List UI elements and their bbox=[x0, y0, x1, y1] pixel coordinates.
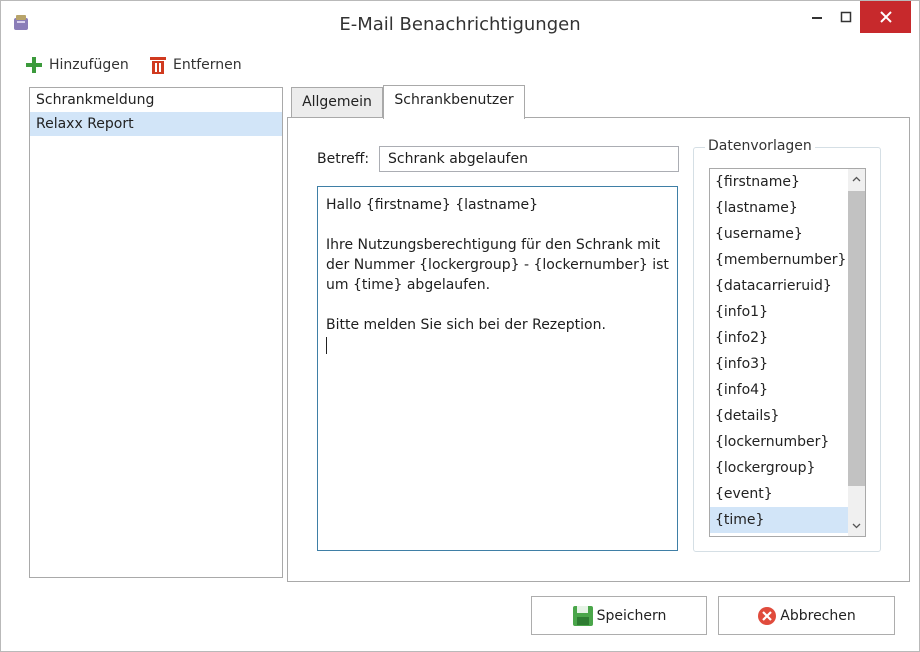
template-item[interactable]: {lastname} bbox=[710, 195, 865, 221]
template-item[interactable]: {membernumber} bbox=[710, 247, 865, 273]
scroll-down-arrow[interactable] bbox=[848, 516, 865, 536]
window-title: E-Mail Benachrichtigungen bbox=[339, 14, 581, 35]
close-button[interactable] bbox=[860, 1, 911, 33]
trash-icon bbox=[150, 57, 166, 74]
template-item[interactable]: {datacarrieruid} bbox=[710, 273, 865, 299]
template-item[interactable]: {info1} bbox=[710, 299, 865, 325]
template-item[interactable]: {info2} bbox=[710, 325, 865, 351]
tab-schrankbenutzer[interactable]: Schrankbenutzer bbox=[383, 85, 525, 119]
template-item[interactable]: {firstname} bbox=[710, 169, 865, 195]
minimize-button[interactable] bbox=[803, 1, 831, 33]
body-line bbox=[326, 295, 669, 315]
template-item[interactable]: {lockernumber} bbox=[710, 429, 865, 455]
template-item[interactable]: {info3} bbox=[710, 351, 865, 377]
template-item-selected[interactable]: {time} bbox=[710, 507, 865, 533]
chevron-down-icon bbox=[852, 523, 861, 529]
template-item[interactable]: {details} bbox=[710, 403, 865, 429]
body-line: Bitte melden Sie sich bei der Rezeption. bbox=[326, 317, 606, 333]
templates-group-title: Datenvorlagen bbox=[705, 138, 815, 154]
subject-label: Betreff: bbox=[317, 151, 370, 167]
body-line: Ihre Nutzungsberechtigung für den Schran… bbox=[326, 237, 661, 253]
save-button[interactable]: Speichern bbox=[531, 596, 707, 635]
plus-icon bbox=[26, 57, 42, 73]
save-button-label: Speichern bbox=[596, 607, 667, 624]
body-line: um {time} abgelaufen. bbox=[326, 277, 491, 293]
template-item[interactable]: {info4} bbox=[710, 377, 865, 403]
email-notifications-window: E-Mail Benachrichtigungen Hinzufügen Ent… bbox=[0, 0, 920, 652]
templates-scrollbar[interactable] bbox=[848, 169, 865, 536]
templates-list[interactable]: {firstname} {lastname} {username} {membe… bbox=[709, 168, 866, 537]
template-item[interactable]: {username} bbox=[710, 221, 865, 247]
scrollbar-thumb[interactable] bbox=[848, 191, 865, 486]
subject-input[interactable]: Schrank abgelaufen bbox=[379, 146, 679, 172]
list-item-relaxx-report[interactable]: Relaxx Report bbox=[30, 112, 282, 136]
chevron-up-icon bbox=[852, 176, 861, 182]
text-cursor bbox=[326, 335, 669, 355]
tab-allgemein[interactable]: Allgemein bbox=[291, 87, 383, 118]
floppy-disk-icon bbox=[572, 605, 593, 626]
body-line bbox=[326, 215, 669, 235]
maximize-button[interactable] bbox=[833, 1, 859, 33]
remove-button[interactable]: Entfernen bbox=[149, 53, 242, 77]
close-icon bbox=[879, 11, 892, 23]
minimize-icon bbox=[812, 17, 822, 19]
scroll-up-arrow[interactable] bbox=[848, 169, 865, 189]
cancel-button-label: Abbrechen bbox=[780, 607, 856, 624]
add-button-label: Hinzufügen bbox=[49, 57, 129, 73]
remove-button-label: Entfernen bbox=[173, 57, 242, 73]
cancel-icon bbox=[758, 606, 777, 625]
add-button[interactable]: Hinzufügen bbox=[25, 53, 129, 77]
list-item-schrankmeldung[interactable]: Schrankmeldung bbox=[30, 88, 282, 112]
title-bar: E-Mail Benachrichtigungen bbox=[1, 1, 919, 47]
cancel-button[interactable]: Abbrechen bbox=[718, 596, 895, 635]
maximize-icon bbox=[840, 11, 852, 23]
body-line: der Nummer {lockergroup} - {lockernumber… bbox=[326, 257, 669, 273]
template-item[interactable]: {lockergroup} bbox=[710, 455, 865, 481]
message-body-textarea[interactable]: Hallo {firstname} {lastname} Ihre Nutzun… bbox=[317, 186, 678, 551]
template-item[interactable]: {event} bbox=[710, 481, 865, 507]
body-line: Hallo {firstname} {lastname} bbox=[326, 197, 538, 213]
notification-list[interactable]: Schrankmeldung Relaxx Report bbox=[29, 87, 283, 578]
